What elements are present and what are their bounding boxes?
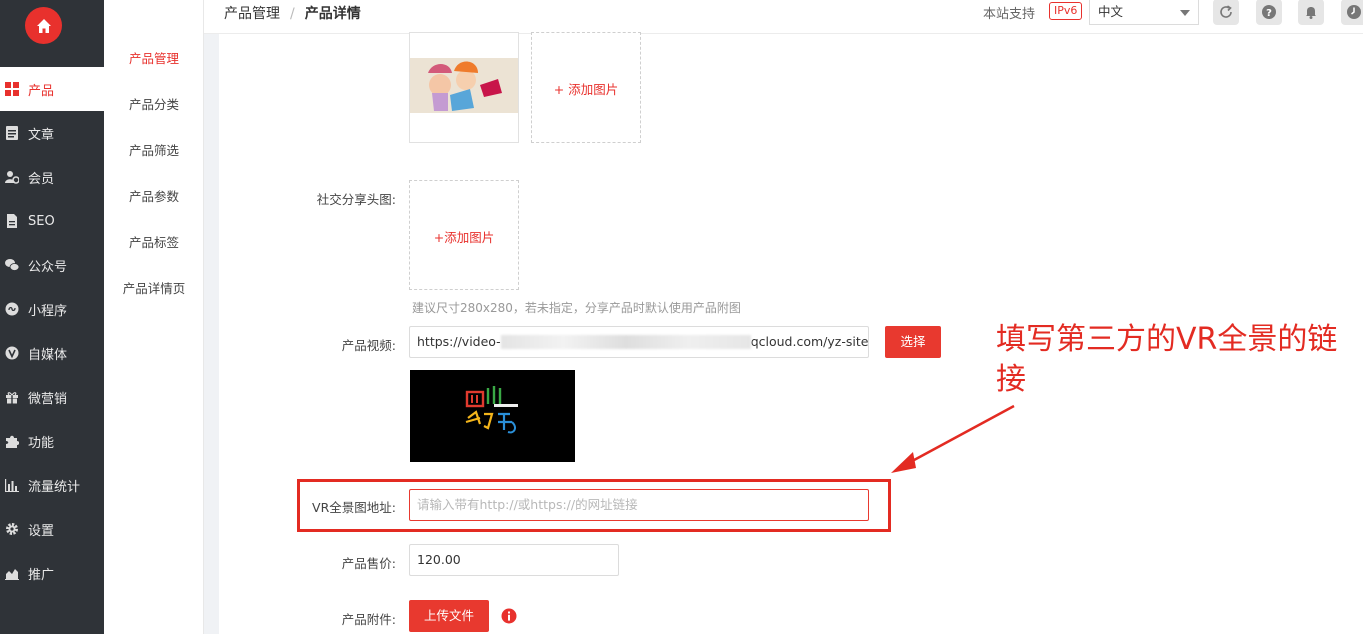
video-label: 产品视频: [341, 338, 396, 353]
user-icon [4, 169, 20, 185]
attachment-label: 产品附件: [341, 612, 396, 627]
v-icon [4, 345, 20, 361]
info-icon[interactable] [501, 608, 517, 624]
cartoon-image [410, 58, 518, 113]
puzzle-icon [4, 433, 20, 449]
wechat-icon [4, 257, 20, 273]
nav-item-label: SEO [28, 213, 55, 229]
ipv6-badge: IPv6 [1049, 2, 1083, 20]
nav-item-member[interactable]: 会员 [0, 155, 104, 199]
nav-item-label: 微营销 [28, 391, 68, 407]
nav-item-label: 小程序 [28, 303, 68, 319]
social-share-label: 社交分享头图: [316, 192, 396, 207]
document-icon [4, 125, 20, 141]
vr-label: VR全景图地址: [312, 500, 396, 515]
subnav-item-product-tags[interactable]: 产品标签 [104, 232, 204, 251]
add-image-button[interactable]: + 添加图片 [531, 32, 641, 143]
vr-url-placeholder: 请输入带有http://或https://的网址链接 [417, 497, 638, 512]
area-chart-icon [4, 565, 20, 581]
help-icon[interactable]: ? [1256, 0, 1282, 25]
subnav-item-product-detail-page[interactable]: 产品详情页 [104, 278, 204, 297]
add-image-label: + 添加图片 [553, 82, 619, 97]
breadcrumb-separator: / [290, 6, 295, 22]
nav-item-label: 自媒体 [28, 347, 68, 363]
clock-icon[interactable] [1341, 0, 1363, 25]
nav-item-label: 推广 [28, 567, 55, 583]
nav-item-media[interactable]: 自媒体 [0, 331, 104, 375]
vr-url-input[interactable]: 请输入带有http://或https://的网址链接 [409, 489, 869, 521]
annotation-text: 填写第三方的VR全景的链接 [996, 322, 1338, 397]
nav-item-wechat[interactable]: 公众号 [0, 243, 104, 287]
subnav-item-product-category[interactable]: 产品分类 [104, 94, 204, 113]
svg-text:?: ? [1266, 8, 1272, 19]
mini-program-icon [4, 301, 20, 317]
nav-item-traffic[interactable]: 流量统计 [0, 463, 104, 507]
nav-item-marketing[interactable]: 微营销 [0, 375, 104, 419]
nav-item-label: 设置 [28, 523, 55, 539]
sub-sidebar: 产品管理 产品分类 产品筛选 产品参数 产品标签 产品详情页 [104, 0, 204, 634]
gift-icon [4, 389, 20, 405]
top-bar: 产品管理 / 产品详情 本站支持 IPv6 中文 ? [204, 0, 1363, 34]
social-share-hint: 建议尺寸280x280，若未指定，分享产品时默认使用产品附图 [412, 301, 741, 315]
nav-item-label: 产品 [28, 83, 55, 99]
support-text: 本站支持 [983, 7, 1036, 22]
product-image-thumb[interactable] [409, 32, 519, 143]
annotation-arrow [891, 404, 1015, 473]
nav-item-settings[interactable]: 设置 [0, 507, 104, 551]
social-share-add-label: +添加图片 [433, 230, 495, 245]
refresh-icon[interactable] [1213, 0, 1239, 25]
nav-item-seo[interactable]: SEO [0, 199, 104, 243]
gear-icon [4, 521, 20, 537]
subnav-item-product-params[interactable]: 产品参数 [104, 186, 204, 205]
nav-item-label: 文章 [28, 127, 55, 143]
price-value: 120.00 [417, 552, 461, 567]
nav-item-label: 流量统计 [28, 479, 81, 495]
file-icon [4, 213, 20, 229]
price-label: 产品售价: [341, 556, 396, 571]
video-select-button[interactable]: 选择 [885, 326, 941, 358]
price-input[interactable]: 120.00 [409, 544, 619, 576]
language-value: 中文 [1098, 4, 1124, 19]
home-icon[interactable] [25, 7, 62, 44]
video-preview[interactable] [410, 370, 575, 462]
nav-item-article[interactable]: 文章 [0, 111, 104, 155]
bar-chart-icon [4, 477, 20, 493]
product-detail-form: + 添加图片 社交分享头图: +添加图片 建议尺寸280x280，若未指定，分享… [219, 32, 1363, 634]
nav-item-promotion[interactable]: 推广 [0, 551, 104, 595]
nav-item-label: 会员 [28, 171, 55, 187]
main-sidebar: 产品 文章 会员 SEO 公众号 小程序 自媒体 微营销 功能 流量统计 设置 [0, 0, 104, 634]
grid-icon [4, 81, 20, 97]
nav-item-mini-program[interactable]: 小程序 [0, 287, 104, 331]
chevron-down-icon [1180, 10, 1190, 16]
bell-icon[interactable] [1298, 0, 1324, 25]
upload-file-button[interactable]: 上传文件 [409, 600, 489, 632]
nav-item-label: 公众号 [28, 259, 68, 275]
nav-item-product[interactable]: 产品 [0, 67, 104, 111]
language-select[interactable]: 中文 [1089, 0, 1199, 25]
breadcrumb: 产品管理 / 产品详情 [224, 3, 361, 23]
nav-item-label: 功能 [28, 435, 55, 451]
nav-item-function[interactable]: 功能 [0, 419, 104, 463]
social-share-add-button[interactable]: +添加图片 [409, 180, 519, 290]
breadcrumb-current: 产品详情 [304, 6, 361, 22]
video-url-input[interactable]: https://video-qcloud.com/yz-site-demo.mp [409, 326, 869, 358]
blurred-text [500, 334, 751, 349]
video-logo-image [465, 386, 518, 434]
subnav-item-product-manage[interactable]: 产品管理 [104, 48, 204, 67]
breadcrumb-product-manage[interactable]: 产品管理 [224, 6, 280, 22]
video-url-prefix: https://video- [417, 334, 501, 349]
video-url-suffix: qcloud.com/yz-site-demo.mp [750, 334, 869, 349]
subnav-item-product-filter[interactable]: 产品筛选 [104, 140, 204, 159]
